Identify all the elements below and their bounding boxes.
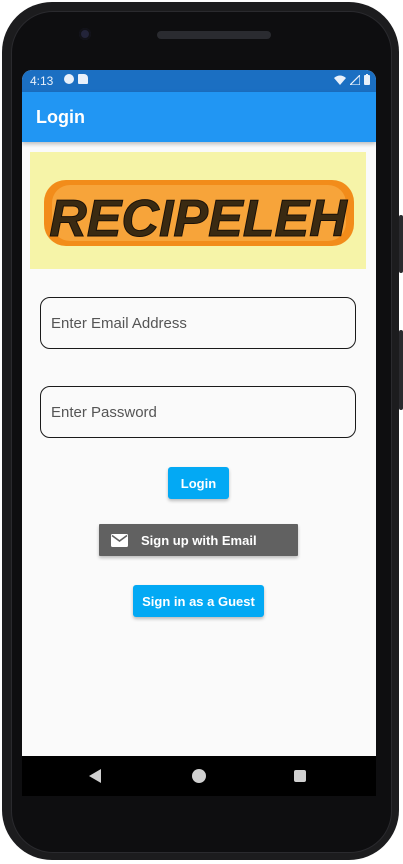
sd-card-icon xyxy=(78,74,88,84)
wifi-icon xyxy=(334,75,346,85)
signal-icon xyxy=(350,74,360,85)
password-field[interactable]: Enter Password xyxy=(40,386,356,438)
status-right-icons xyxy=(334,74,370,85)
email-placeholder: Enter Email Address xyxy=(51,314,187,332)
app-notification-icon xyxy=(64,74,74,84)
screen: 4:13 Login RECIPELEH Enter Email Address… xyxy=(22,70,376,756)
guest-signin-button[interactable]: Sign in as a Guest xyxy=(133,585,264,617)
earpiece-speaker xyxy=(157,31,271,39)
back-icon[interactable] xyxy=(89,769,101,783)
login-button[interactable]: Login xyxy=(168,467,229,499)
recents-icon[interactable] xyxy=(294,770,306,782)
signup-button-label: Sign up with Email xyxy=(141,532,257,548)
email-field[interactable]: Enter Email Address xyxy=(40,297,356,349)
front-camera xyxy=(79,28,91,40)
status-left-icons xyxy=(64,74,88,84)
navigation-bar xyxy=(22,756,376,796)
battery-icon xyxy=(364,74,370,85)
volume-button xyxy=(399,215,403,273)
login-button-label: Login xyxy=(180,475,217,491)
svg-text:RECIPELEH: RECIPELEH xyxy=(49,190,348,248)
status-bar: 4:13 xyxy=(22,70,376,92)
mail-icon xyxy=(111,533,128,547)
home-icon[interactable] xyxy=(192,769,206,783)
app-title: Login xyxy=(36,107,85,127)
logo-wordmark: RECIPELEH xyxy=(44,180,354,249)
app-bar: Login xyxy=(22,92,376,142)
password-placeholder: Enter Password xyxy=(51,403,157,421)
status-time: 4:13 xyxy=(30,74,54,88)
power-button xyxy=(399,330,403,410)
guest-button-label: Sign in as a Guest xyxy=(142,593,255,609)
signup-with-email-button[interactable]: Sign up with Email xyxy=(99,524,298,556)
recipeleh-logo: RECIPELEH xyxy=(30,152,366,269)
